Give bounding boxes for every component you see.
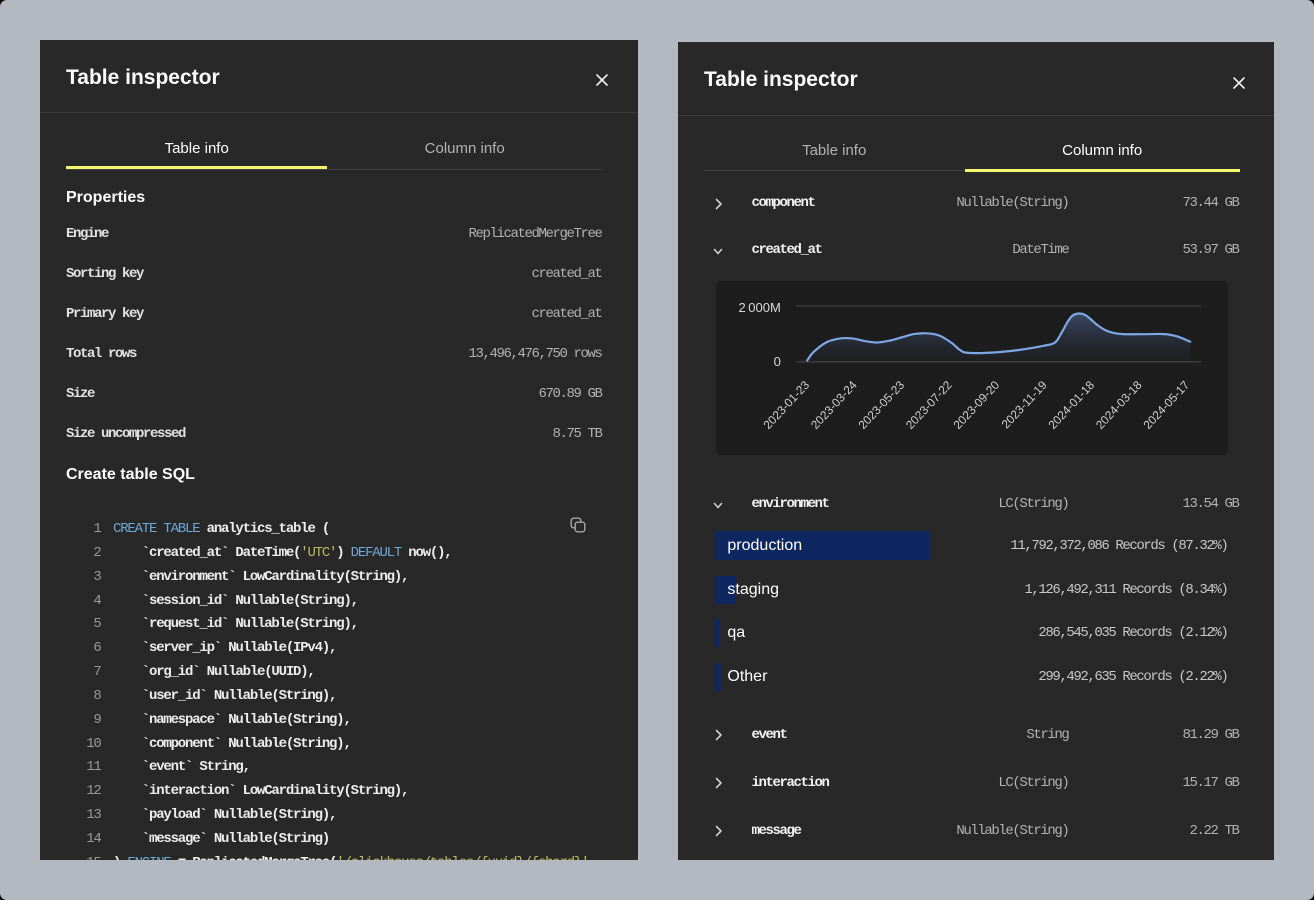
svg-text:2023-11-19: 2023-11-19 xyxy=(998,377,1049,431)
svg-text:2023-05-23: 2023-05-23 xyxy=(855,377,907,431)
svg-text:2023-03-24: 2023-03-24 xyxy=(808,377,860,431)
svg-text:2023-01-23: 2023-01-23 xyxy=(760,377,812,431)
svg-text:2023-07-22: 2023-07-22 xyxy=(903,377,955,431)
svg-text:2024-03-18: 2024-03-18 xyxy=(1093,377,1145,431)
svg-text:2023-09-20: 2023-09-20 xyxy=(950,377,1002,431)
svg-text:2024-01-18: 2024-01-18 xyxy=(1045,377,1097,431)
svg-text:2024-05-17: 2024-05-17 xyxy=(1140,377,1192,431)
